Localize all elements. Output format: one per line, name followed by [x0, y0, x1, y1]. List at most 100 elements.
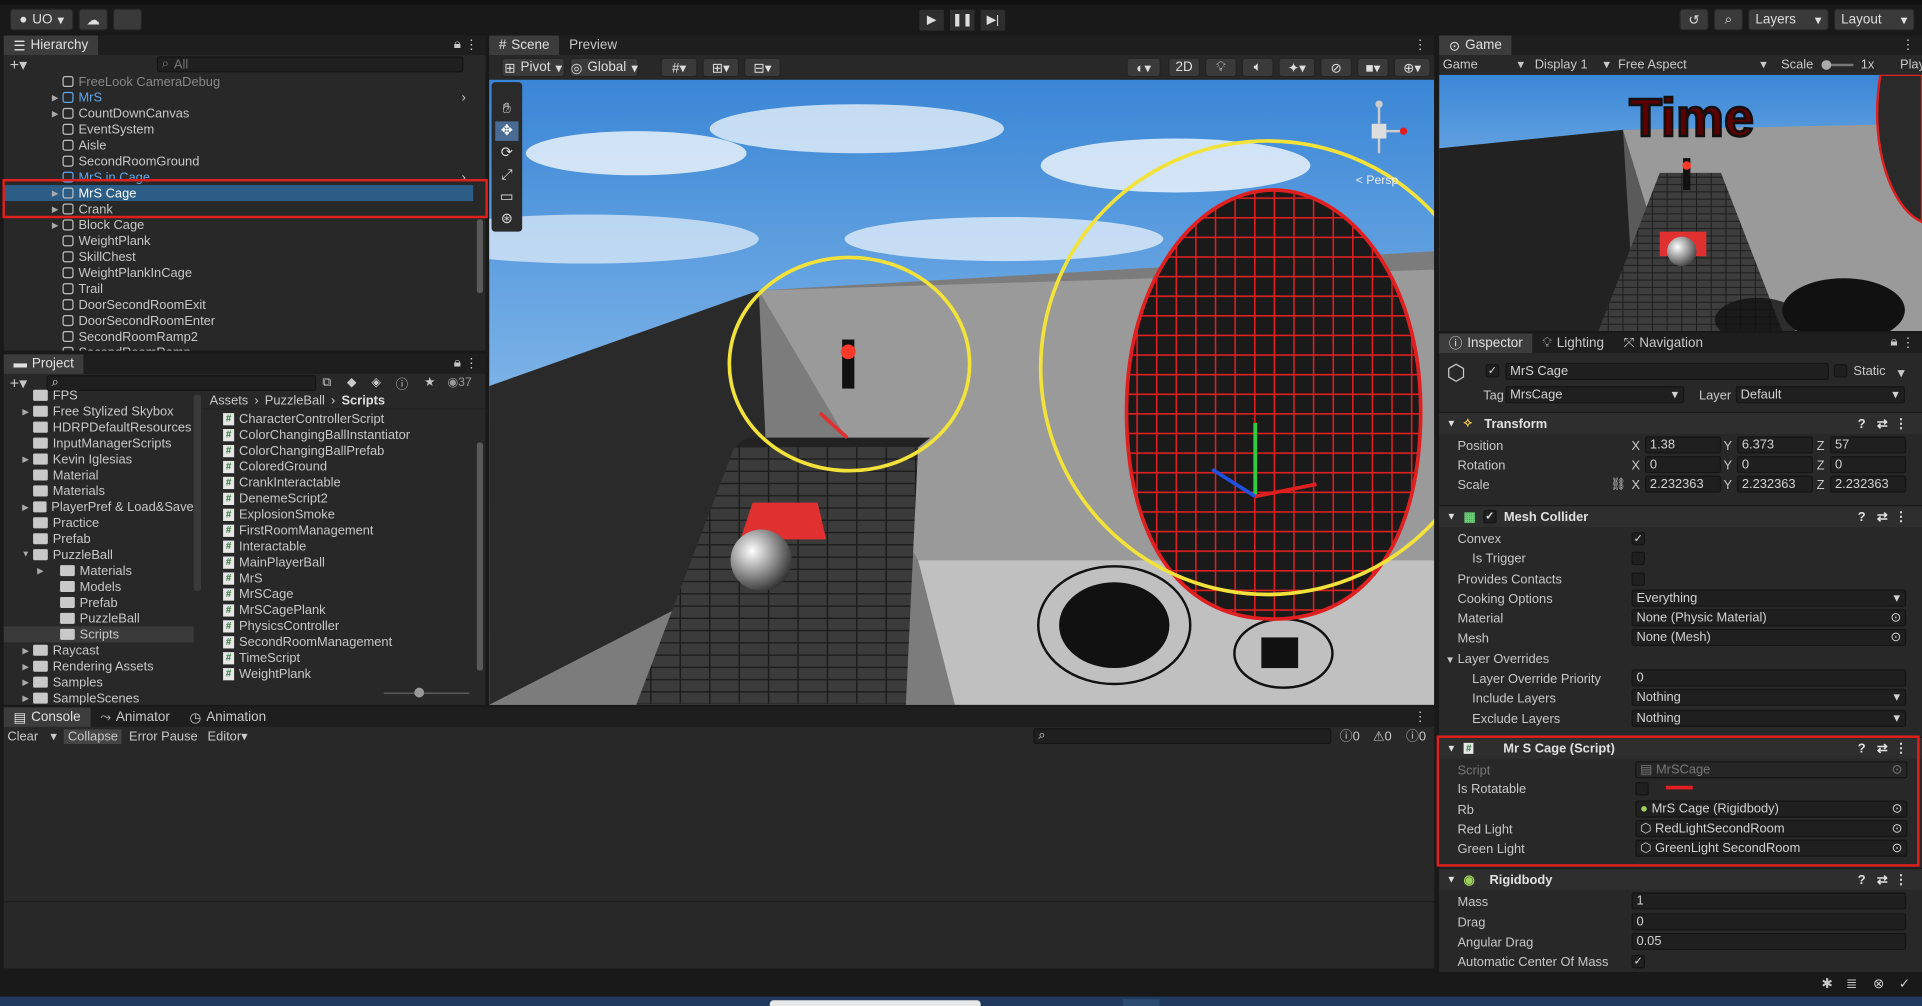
rigidbody-header[interactable]: ▼ ◉ Rigidbody ? ⇄ ⋮ [1439, 867, 1922, 890]
chevron-right-icon[interactable]: › [462, 90, 466, 105]
hierarchy-item[interactable]: EventSystem [4, 121, 473, 137]
expand-arrow-icon[interactable]: ▶ [50, 220, 60, 230]
script-asset[interactable]: # ColorChangingBallInstantiator [203, 427, 473, 443]
editor-dropdown[interactable]: Editor [207, 729, 241, 744]
script-asset[interactable]: # TimeScript [203, 650, 473, 666]
project-folder[interactable]: Material [4, 467, 194, 483]
project-folder[interactable]: Models [4, 579, 194, 595]
hierarchy-item[interactable]: ▶ CountDownCanvas [4, 105, 473, 121]
play-mode-dropdown[interactable]: Play [1900, 58, 1922, 73]
type-icon[interactable]: ◆ [347, 376, 356, 389]
script-asset[interactable]: # FirstRoomManagement [203, 522, 473, 538]
project-folder[interactable]: Materials [4, 483, 194, 499]
breadcrumb-assets[interactable]: Assets [210, 393, 249, 408]
taskbar-item[interactable] [769, 1000, 981, 1006]
script-asset[interactable]: # MrSCage [203, 586, 473, 602]
expand-arrow-icon[interactable]: ▶ [21, 645, 31, 656]
info-icon[interactable]: ⓘ [396, 374, 408, 392]
menu-icon[interactable]: ⋮ [1413, 709, 1426, 725]
tab-navigation[interactable]: ⤧ Navigation [1614, 333, 1713, 353]
layer-overrides-foldout[interactable]: ▼ Layer Overrides [1445, 652, 1549, 667]
camera-dropdown[interactable]: ■▾ [1356, 57, 1389, 78]
project-folder[interactable]: Scripts [3, 626, 194, 643]
cooking-options-dropdown[interactable]: Everything ▾ [1631, 589, 1907, 607]
scale-slider-thumb[interactable] [1821, 60, 1832, 70]
provides-contacts-checkbox[interactable] [1631, 572, 1646, 586]
chevron-down-icon[interactable]: ▾ [50, 729, 56, 744]
hierarchy-item[interactable]: FreeLook CameraDebug [4, 74, 473, 90]
hidden-objects-toggle[interactable]: ⊘ [1320, 57, 1353, 78]
hierarchy-item[interactable]: WeightPlank [4, 233, 473, 249]
static-checkbox[interactable] [1833, 364, 1848, 378]
console-search-input[interactable]: ⌕ [1033, 728, 1332, 745]
bug-icon[interactable]: ✱ [1822, 976, 1833, 992]
scene-viewport[interactable]: < Persp ✋︎ ✥ ⟳ ⤢ ▭ ⊛ [489, 79, 1435, 705]
expand-arrow-icon[interactable]: ▶ [21, 661, 31, 672]
check-circle-icon[interactable]: ✓ [1899, 976, 1910, 992]
position-y-field[interactable]: 6.373 [1736, 436, 1813, 454]
pivot-dropdown[interactable]: ⊞ Pivot ▾ [501, 57, 566, 78]
transform-tool-icon[interactable]: ⊛ [495, 210, 518, 230]
global-dropdown[interactable]: ◎ Global ▾ [569, 57, 639, 78]
mesh-collider-header[interactable]: ▼ ▦ ✓ Mesh Collider ? ⇄ ⋮ [1439, 505, 1922, 528]
label-icon[interactable]: ◈ [371, 376, 380, 389]
pause-button[interactable]: ❚❚ [949, 9, 975, 31]
grid-snap-button[interactable]: #▾ [660, 57, 698, 78]
lock-icon[interactable]: 🔒︎ [1890, 335, 1897, 351]
expand-arrow-icon[interactable]: ▶ [21, 406, 31, 417]
include-layers-dropdown[interactable]: Nothing ▾ [1631, 688, 1907, 707]
preset-icon[interactable]: ⇄ [1877, 872, 1888, 887]
project-folder[interactable]: FPS [4, 387, 194, 403]
hierarchy-item[interactable]: DoorSecondRoomExit [4, 297, 473, 313]
breadcrumb-scripts[interactable]: Scripts [341, 393, 385, 408]
move-tool-icon[interactable]: ✥ [495, 121, 519, 141]
script-asset[interactable]: # CharacterControllerScript [203, 411, 473, 427]
expand-arrow-icon[interactable]: ▶ [21, 677, 31, 687]
2d-toggle[interactable]: 2D [1168, 57, 1201, 78]
script-asset[interactable]: # MainPlayerBall [203, 554, 473, 570]
clear-button[interactable]: Clear [7, 729, 38, 744]
material-field[interactable]: None (Physic Material) ⊙ [1631, 609, 1907, 627]
stack-icon[interactable]: ≣ [1846, 976, 1857, 992]
hierarchy-item[interactable]: ▶ Block Cage [4, 217, 473, 233]
expand-arrow-icon[interactable]: ▶ [36, 566, 46, 576]
aspect-dropdown[interactable]: Free Aspect [1618, 58, 1687, 73]
history-button[interactable]: ↺ [1679, 8, 1709, 31]
layers-dropdown[interactable]: Layers ▾ [1747, 8, 1829, 31]
expand-arrow-icon[interactable]: ▶ [21, 693, 31, 703]
project-folder[interactable]: InputManagerScripts [4, 435, 194, 451]
layer-override-priority-field[interactable]: 0 [1631, 669, 1907, 687]
rotation-y-field[interactable]: 0 [1736, 455, 1813, 474]
object-picker-icon[interactable]: ⊙ [1890, 610, 1901, 625]
asset-scrollbar[interactable] [476, 442, 483, 671]
project-folder[interactable]: ▶ Materials [4, 563, 194, 579]
tab-console[interactable]: ▤ Console [3, 707, 91, 727]
project-folder[interactable]: ▶ Samples [4, 674, 194, 690]
log-count-button[interactable]: ⓘ0 [1340, 727, 1360, 745]
account-dropdown[interactable]: ● UO ▾ [9, 8, 74, 31]
effects-dropdown[interactable]: ✦▾ [1278, 57, 1316, 78]
preset-icon[interactable]: ⇄ [1877, 416, 1888, 431]
lock-icon[interactable]: 🔒︎ [454, 37, 461, 53]
expand-arrow-icon[interactable]: ▶ [21, 454, 31, 464]
breadcrumb-puzzleball[interactable]: PuzzleBall [265, 393, 325, 408]
tab-lighting[interactable]: 💡︎ Lighting [1533, 333, 1614, 353]
rotation-z-field[interactable]: 0 [1830, 455, 1907, 474]
expand-arrow-icon[interactable]: ▶ [21, 502, 30, 512]
expand-arrow-icon[interactable]: ▼ [21, 550, 31, 559]
lighting-toggle[interactable]: 💡︎ [1204, 57, 1237, 78]
hierarchy-item[interactable]: Trail [4, 281, 473, 297]
layer-dropdown[interactable]: Default ▾ [1735, 386, 1905, 404]
rotate-tool-icon[interactable]: ⟳ [495, 143, 518, 163]
project-folder[interactable]: Practice [4, 515, 194, 531]
position-x-field[interactable]: 1.38 [1645, 436, 1722, 454]
grid-visibility-button[interactable]: ⊞▾ [702, 57, 740, 78]
mass-field[interactable]: 1 [1631, 892, 1907, 910]
scale-tool-icon[interactable]: ⤢ [495, 165, 518, 185]
display-dropdown[interactable]: Display 1 [1535, 58, 1588, 73]
warning-count-button[interactable]: ⚠0 [1373, 729, 1392, 744]
menu-icon[interactable]: ⋮ [465, 355, 478, 372]
help-icon[interactable]: ? [1858, 509, 1866, 524]
tab-hierarchy[interactable]: ☰ Hierarchy [3, 35, 99, 56]
script-asset[interactable]: # ColorChangingBallPrefab [203, 443, 473, 459]
